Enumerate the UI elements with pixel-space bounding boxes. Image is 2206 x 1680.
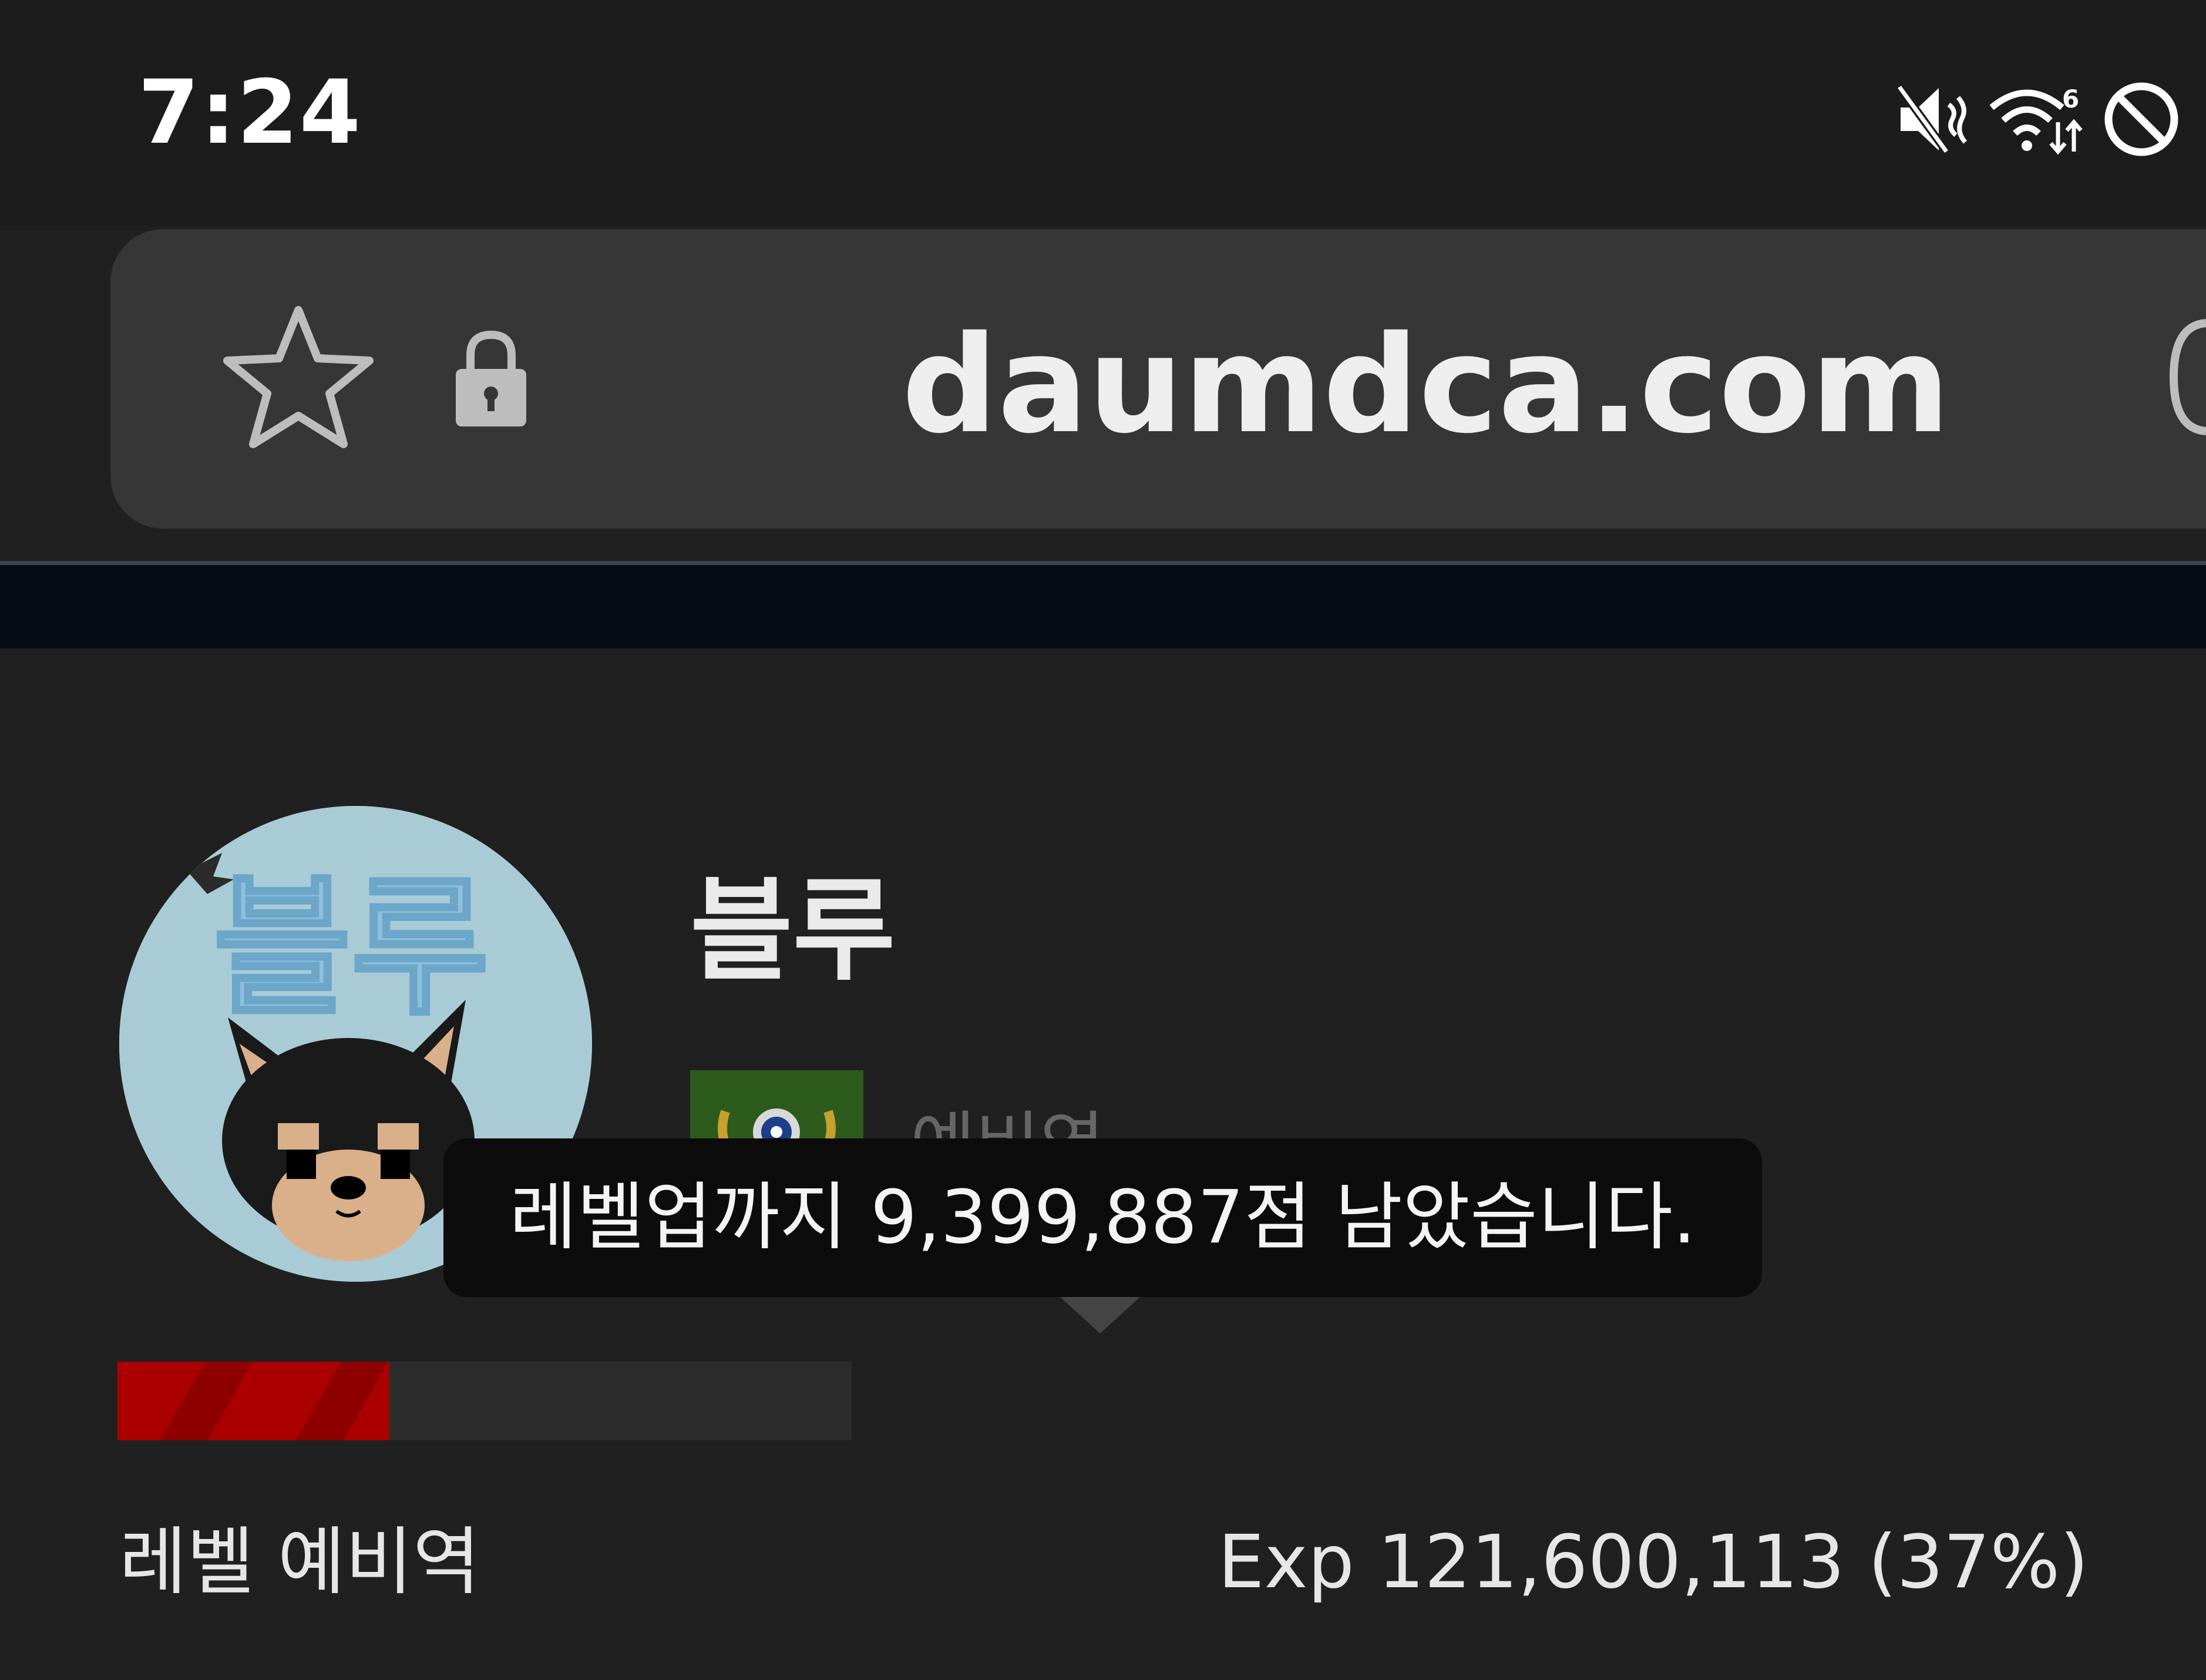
- avatar-text: 블루: [213, 861, 489, 1036]
- lock-icon: [456, 330, 526, 426]
- level-tooltip: 레벨업까지 9,399,887점 남았습니다.: [443, 1138, 1762, 1297]
- status-icons: 6: [1877, 69, 2183, 169]
- wifi-6-icon: 6: [1989, 85, 2083, 155]
- tooltip-arrow: [1060, 1297, 1140, 1333]
- do-not-disturb-icon: [2104, 82, 2178, 156]
- screen: 7:24 6 daumdca.com 블루 블루 레벨업까지 9,399,887…: [0, 0, 2206, 1680]
- status-time: 7:24: [138, 62, 362, 164]
- exp-text: Exp 121,600,113 (37%): [1218, 1520, 2089, 1605]
- status-bar: 7:24 6: [0, 0, 2206, 226]
- exp-progress-fill: [117, 1362, 389, 1440]
- mute-icon: [1896, 84, 1968, 154]
- profile-name: 블루: [690, 866, 896, 996]
- address-bar[interactable]: daumdca.com: [110, 229, 2206, 529]
- star-icon[interactable]: [219, 300, 378, 452]
- tooltip-text: 레벨업까지 9,399,887점 남았습니다.: [509, 1175, 1696, 1260]
- exp-progress-bar: [117, 1362, 852, 1440]
- level-label: 레벨 예비역: [119, 1520, 480, 1605]
- url-text[interactable]: daumdca.com: [889, 305, 1963, 464]
- svg-text:6: 6: [2062, 85, 2079, 113]
- site-nav-strip: [0, 565, 2206, 649]
- toolbar-divider: [0, 561, 2206, 565]
- tabs-icon[interactable]: [2169, 318, 2206, 436]
